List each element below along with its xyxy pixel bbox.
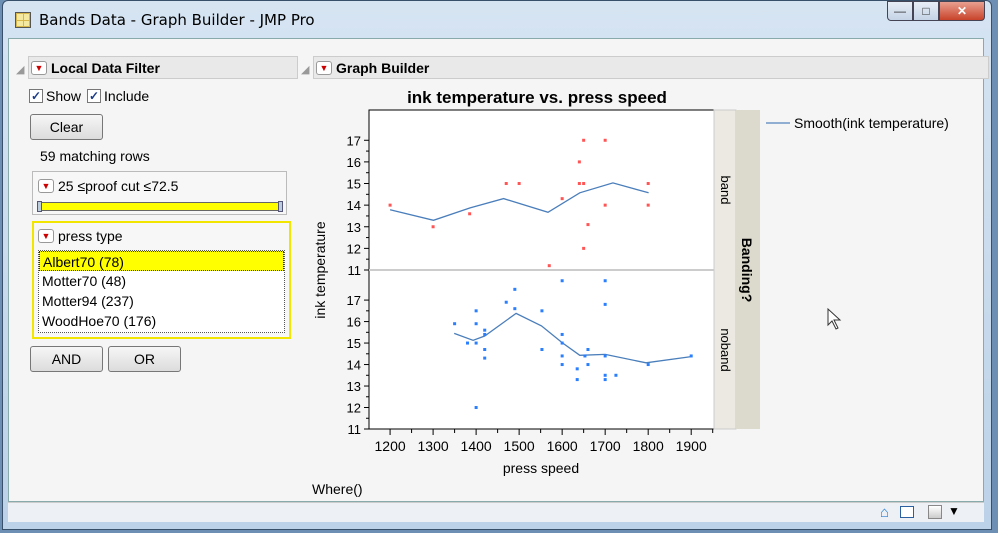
data-point-band (646, 203, 650, 207)
data-point-noband (560, 332, 564, 336)
data-point-band (468, 212, 472, 216)
data-point-noband (614, 373, 618, 377)
x-tick-label: 1700 (590, 438, 621, 454)
x-tick-label: 1800 (633, 438, 664, 454)
y-tick-label: 15 (347, 177, 361, 192)
x-tick-label: 1600 (547, 438, 578, 454)
data-point-noband (466, 341, 470, 345)
panel-label-band: band (718, 176, 733, 205)
y-tick-label: 16 (347, 315, 361, 330)
y-tick-label: 16 (347, 155, 361, 170)
y-tick-label: 12 (347, 401, 361, 416)
data-point-band (517, 182, 521, 186)
data-point-noband (483, 332, 487, 336)
y-tick-label: 14 (347, 198, 361, 213)
legend-label: Smooth(ink temperature) (794, 115, 949, 131)
data-point-noband (586, 348, 590, 351)
y-tick-label: 17 (347, 293, 361, 308)
y-tick-label: 13 (347, 220, 361, 235)
y-tick-label: 13 (347, 379, 361, 394)
data-point-noband (575, 367, 579, 371)
data-point-noband (646, 363, 650, 367)
y-tick-label: 11 (348, 263, 362, 278)
data-point-noband (586, 363, 590, 367)
x-tick-label: 1200 (375, 438, 406, 454)
data-point-band (577, 160, 581, 164)
data-point-band (431, 225, 435, 229)
data-point-band (582, 182, 586, 186)
y-tick-label: 15 (347, 336, 361, 351)
data-point-band (388, 203, 392, 207)
data-point-band (577, 182, 581, 186)
group-strip (713, 109, 737, 430)
y-axis-label: ink temperature (312, 221, 328, 318)
data-point-band (603, 203, 607, 207)
x-tick-label: 1400 (461, 438, 492, 454)
data-point-noband (560, 363, 564, 367)
data-point-noband (513, 287, 517, 291)
y-tick-label: 12 (347, 241, 361, 256)
data-point-band (646, 182, 650, 186)
data-point-noband (513, 307, 517, 311)
data-table-icon[interactable] (900, 506, 914, 518)
data-point-noband (560, 279, 564, 283)
data-point-noband (483, 356, 487, 360)
data-point-noband (560, 354, 564, 358)
data-point-band (547, 264, 551, 268)
data-point-noband (474, 341, 478, 345)
data-point-band (582, 246, 586, 250)
panel-label-noband: noband (718, 328, 733, 371)
selection-box-icon[interactable] (928, 505, 942, 519)
x-tick-label: 1500 (504, 438, 535, 454)
data-point-noband (575, 378, 579, 382)
data-point-noband (453, 322, 457, 326)
data-point-noband (603, 373, 607, 377)
data-point-band (560, 197, 564, 201)
data-point-noband (603, 279, 607, 283)
x-tick-label: 1300 (418, 438, 449, 454)
home-icon[interactable]: ⌂ (880, 504, 889, 521)
y-tick-label: 14 (347, 358, 361, 373)
data-point-noband (540, 309, 544, 313)
data-point-noband (504, 300, 508, 304)
data-point-noband (474, 406, 478, 410)
data-point-noband (689, 354, 693, 358)
data-point-band (586, 223, 590, 227)
data-point-noband (603, 378, 607, 382)
group-title: Banding? (739, 238, 755, 303)
data-point-noband (483, 348, 487, 351)
data-point-band (504, 182, 508, 186)
x-tick-label: 1900 (676, 438, 707, 454)
data-point-band (603, 138, 607, 142)
data-point-noband (560, 341, 564, 345)
data-point-noband (483, 328, 487, 332)
graph-svg: ink temperature vs. press speed band nob… (312, 88, 949, 476)
dropdown-arrow-icon[interactable]: ▼ (948, 504, 960, 518)
data-point-noband (603, 302, 607, 306)
data-point-noband (603, 354, 607, 358)
y-tick-label: 11 (348, 422, 362, 437)
mouse-cursor-icon (827, 307, 842, 330)
data-point-noband (474, 322, 478, 326)
x-axis-label: press speed (503, 460, 579, 476)
data-point-noband (540, 348, 544, 351)
data-point-band (582, 138, 586, 142)
chart-title: ink temperature vs. press speed (407, 88, 667, 107)
status-bar: ⌂ ▼ (8, 502, 984, 522)
y-tick-label: 17 (347, 133, 361, 148)
data-point-noband (583, 354, 587, 358)
data-point-noband (474, 309, 478, 313)
